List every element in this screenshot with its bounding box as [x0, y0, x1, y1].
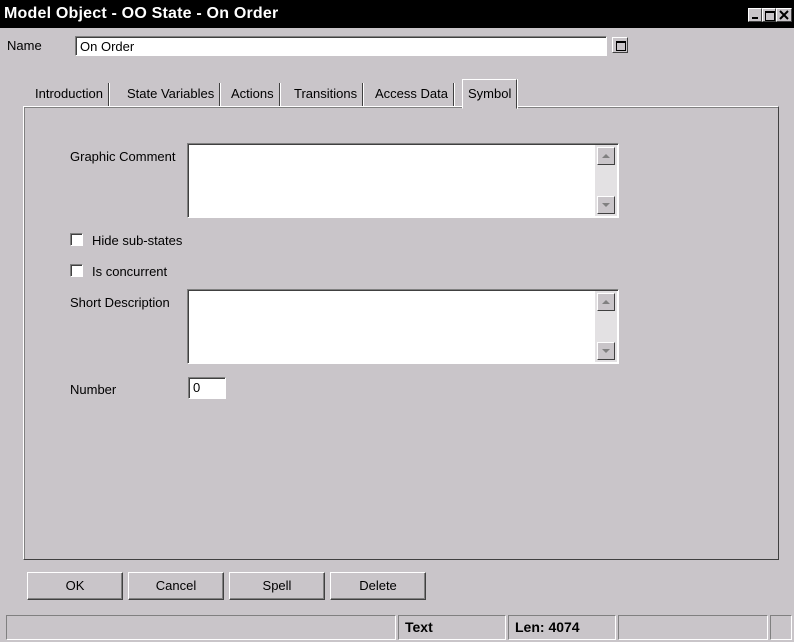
status-panel-mode: Text: [398, 615, 506, 640]
status-panel-extra: [618, 615, 768, 640]
hide-substates-checkbox[interactable]: [70, 233, 83, 246]
spell-button[interactable]: Spell: [229, 572, 325, 600]
name-label: Name: [7, 38, 42, 53]
short-description-textarea[interactable]: [187, 289, 619, 364]
arrow-up-icon: [602, 154, 610, 158]
tab-symbol[interactable]: Symbol: [462, 79, 518, 109]
tab-actions[interactable]: Actions: [226, 83, 280, 107]
arrow-up-icon: [602, 300, 610, 304]
close-icon: [779, 10, 789, 20]
arrow-down-icon: [602, 349, 610, 353]
arrow-down-icon: [602, 203, 610, 207]
status-bar: Text Len: 4074: [0, 612, 794, 642]
status-panel-grip: [770, 615, 792, 640]
delete-button[interactable]: Delete: [330, 572, 426, 600]
tab-transitions[interactable]: Transitions: [289, 83, 364, 107]
cancel-button[interactable]: Cancel: [128, 572, 224, 600]
graphic-comment-scrollbar[interactable]: [595, 145, 617, 216]
is-concurrent-checkbox[interactable]: [70, 264, 83, 277]
close-button[interactable]: [776, 8, 792, 22]
maximize-button[interactable]: [762, 8, 776, 22]
window-title: Model Object - OO State - On Order: [4, 5, 279, 22]
number-label: Number: [70, 382, 117, 397]
hide-substates-label: Hide sub-states: [92, 233, 183, 248]
scroll-down-button[interactable]: [597, 196, 615, 214]
number-input[interactable]: 0: [188, 377, 226, 399]
model-object-window: Model Object - OO State - On Order Name …: [0, 0, 794, 642]
title-bar[interactable]: Model Object - OO State - On Order: [0, 0, 794, 28]
status-panel-length: Len: 4074: [508, 615, 616, 640]
scroll-down-button[interactable]: [597, 342, 615, 360]
graphic-comment-label: Graphic Comment: [70, 149, 176, 164]
tab-state-variables[interactable]: State Variables: [122, 83, 221, 107]
tab-access-data[interactable]: Access Data: [370, 83, 454, 107]
status-panel-message: [6, 615, 396, 640]
is-concurrent-label: Is concurrent: [92, 264, 168, 279]
minimize-button[interactable]: [748, 8, 762, 22]
tab-introduction[interactable]: Introduction: [30, 83, 109, 107]
graphic-comment-textarea[interactable]: [187, 143, 619, 218]
name-expand-button[interactable]: [612, 37, 628, 53]
short-description-scrollbar[interactable]: [595, 291, 617, 362]
short-description-label: Short Description: [70, 295, 170, 310]
scroll-up-button[interactable]: [597, 293, 615, 311]
ok-button[interactable]: OK: [27, 572, 123, 600]
name-input[interactable]: On Order: [75, 36, 607, 56]
scroll-up-button[interactable]: [597, 147, 615, 165]
